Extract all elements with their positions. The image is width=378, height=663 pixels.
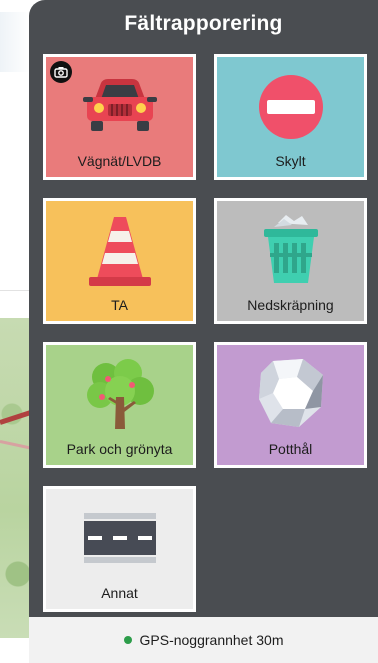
road-icon	[83, 513, 156, 563]
tile-nedskrapning[interactable]: Nedskräpning	[214, 198, 367, 324]
map-edge	[0, 12, 30, 72]
trash-bin-icon	[263, 215, 318, 283]
tile-ta[interactable]: TA	[43, 198, 196, 324]
tile-annat[interactable]: Annat	[43, 486, 196, 612]
tree-icon	[86, 359, 154, 429]
camera-icon[interactable]	[50, 61, 72, 83]
tile-vagnat-lvdb[interactable]: Vägnät/LVDB	[43, 54, 196, 180]
field-report-panel: Fältrapporering Vägnät/LVDB Skylt TA Ned…	[29, 0, 378, 663]
gps-status-dot	[123, 636, 132, 644]
traffic-cone-icon	[88, 217, 151, 286]
car-icon	[82, 79, 157, 131]
no-entry-sign-icon	[258, 75, 323, 139]
tile-skylt[interactable]: Skylt	[214, 54, 367, 180]
rock-icon	[258, 359, 323, 427]
tile-label: Vägnät/LVDB	[77, 153, 162, 169]
tile-label: Nedskräpning	[247, 297, 334, 313]
tile-potthal[interactable]: Potthål	[214, 342, 367, 468]
panel-title: Fältrapporering	[124, 12, 283, 35]
tile-park-och-gronyta[interactable]: Park och grönyta	[43, 342, 196, 468]
tile-label: TA	[111, 297, 128, 313]
tile-label: Potthål	[268, 441, 313, 457]
tile-label: Annat	[101, 585, 138, 601]
tile-label: Park och grönyta	[66, 441, 173, 457]
gps-status-bar: GPS-noggrannhet 30m	[29, 617, 378, 663]
gps-accuracy-text: GPS-noggrannhet 30m	[139, 632, 284, 648]
tile-label: Skylt	[275, 153, 306, 169]
